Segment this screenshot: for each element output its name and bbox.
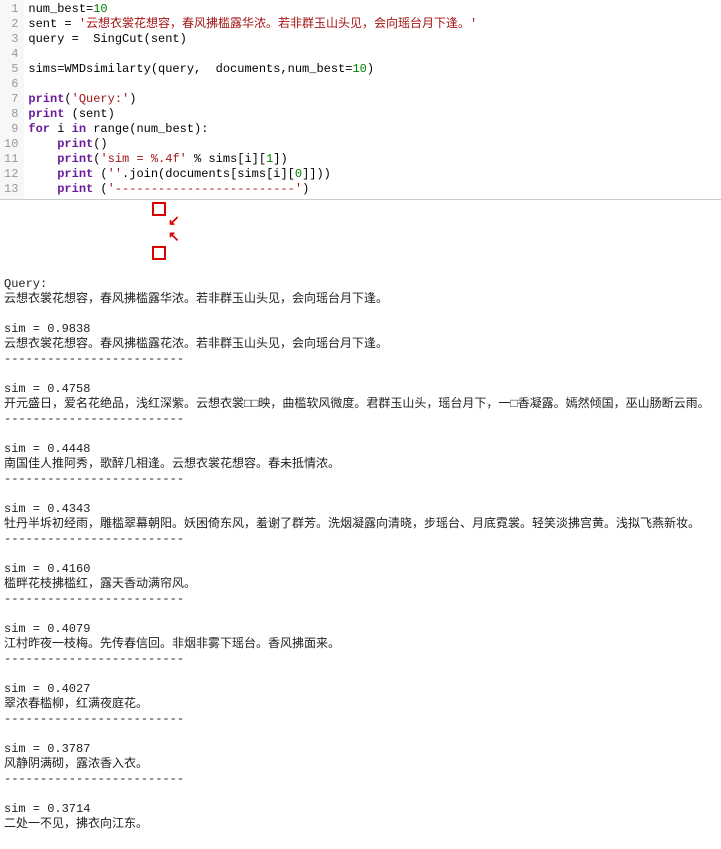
code-area[interactable]: num_best=10sent = '云想衣裳花想容，春风拂槛露华浓。若非群玉山… <box>24 0 721 199</box>
code-line[interactable]: sent = '云想衣裳花想容，春风拂槛露华浓。若非群玉山头见，会向瑶台月下逢。… <box>28 17 717 32</box>
output-panel: ↙ ↖ Query: 云想衣裳花想容，春风拂槛露华浓。若非群玉山头见，会向瑶台月… <box>0 200 721 849</box>
line-number: 2 <box>4 17 18 32</box>
line-number: 10 <box>4 137 18 152</box>
arrow-icon: ↙ <box>168 215 180 230</box>
line-number-gutter: 12345678910111213 <box>0 0 24 199</box>
line-number: 13 <box>4 182 18 197</box>
arrow-icon: ↖ <box>168 231 180 246</box>
code-line[interactable] <box>28 47 717 62</box>
line-number: 9 <box>4 122 18 137</box>
code-line[interactable]: num_best=10 <box>28 2 717 17</box>
code-line[interactable] <box>28 77 717 92</box>
highlight-box-icon <box>152 246 166 260</box>
line-number: 6 <box>4 77 18 92</box>
highlight-box-icon <box>152 202 166 216</box>
output-text: Query: 云想衣裳花想容，春风拂槛露华浓。若非群玉山头见，会向瑶台月下逢。 … <box>4 277 717 847</box>
line-number: 8 <box>4 107 18 122</box>
code-editor[interactable]: 12345678910111213 num_best=10sent = '云想衣… <box>0 0 721 200</box>
line-number: 3 <box>4 32 18 47</box>
code-line[interactable]: query = SingCut(sent) <box>28 32 717 47</box>
line-number: 7 <box>4 92 18 107</box>
code-line[interactable]: print ('-------------------------') <box>28 182 717 197</box>
line-number: 4 <box>4 47 18 62</box>
code-line[interactable]: print (sent) <box>28 107 717 122</box>
line-number: 1 <box>4 2 18 17</box>
code-line[interactable]: for i in range(num_best): <box>28 122 717 137</box>
line-number: 5 <box>4 62 18 77</box>
code-line[interactable]: print('Query:') <box>28 92 717 107</box>
code-line[interactable]: sims=WMDsimilarty(query, documents,num_b… <box>28 62 717 77</box>
code-line[interactable]: print (''.join(documents[sims[i][0]])) <box>28 167 717 182</box>
line-number: 12 <box>4 167 18 182</box>
code-line[interactable]: print() <box>28 137 717 152</box>
line-number: 11 <box>4 152 18 167</box>
code-line[interactable]: print('sim = %.4f' % sims[i][1]) <box>28 152 717 167</box>
